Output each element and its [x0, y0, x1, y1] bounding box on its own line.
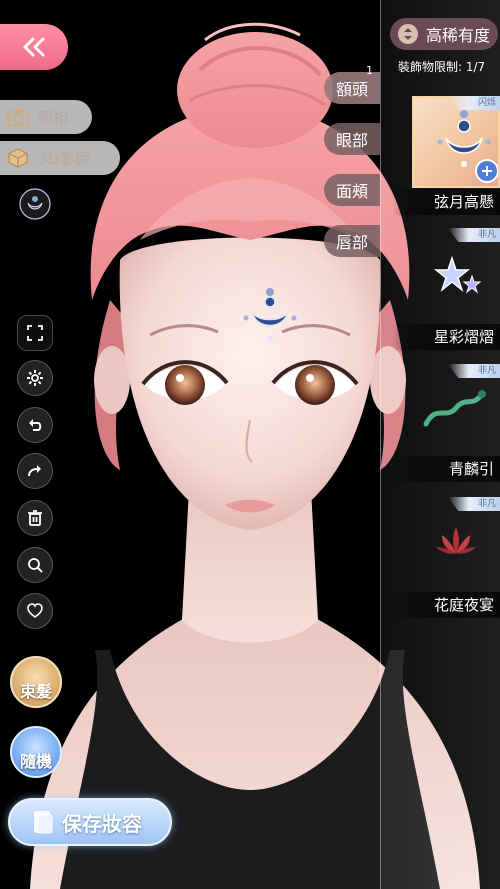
undo-button[interactable] — [17, 407, 53, 443]
tab-eyes[interactable]: 眼部 — [324, 123, 380, 155]
zoom-button[interactable] — [17, 547, 53, 583]
tie-hair-button[interactable]: 束髮 — [10, 656, 62, 708]
studio-3d-label: 3D影棚 — [38, 149, 90, 168]
tie-hair-label: 束髮 — [19, 682, 52, 701]
redo-icon — [28, 465, 41, 477]
delete-button[interactable] — [17, 500, 53, 536]
undo-icon — [29, 419, 42, 431]
save-makeup-button[interactable]: 保存妝容 — [8, 798, 172, 846]
accessory-item[interactable]: 非凡 — [412, 228, 500, 320]
tab-eyes-label: 眼部 — [335, 131, 368, 150]
camera-icon — [6, 105, 30, 129]
cube-icon — [6, 146, 30, 170]
document-icon — [34, 811, 53, 834]
redo-button[interactable] — [17, 453, 53, 489]
accessory-indicator-icon[interactable] — [18, 187, 52, 221]
tab-cheeks-label: 面頰 — [335, 182, 368, 201]
sort-arrows-icon — [398, 24, 418, 44]
tab-lips-label: 唇部 — [335, 233, 368, 252]
item-name: 弦月高懸 — [392, 189, 500, 215]
accessory-item[interactable]: 闪烁 — [412, 96, 500, 188]
accessory-limit: 裝飾物限制: 1/7 — [398, 60, 486, 74]
random-button[interactable]: 隨機 — [10, 726, 62, 778]
item-name: 花庭夜宴 — [392, 592, 500, 618]
item-name: 青麟引 — [392, 456, 500, 482]
save-makeup-label: 保存妝容 — [62, 811, 142, 836]
favorite-button[interactable] — [17, 593, 53, 629]
studio-3d-button[interactable]: 3D影棚 — [0, 141, 120, 175]
photo-label: 照相 — [38, 108, 69, 127]
rarity-sort-button[interactable]: 高稀有度 — [390, 18, 498, 50]
accessory-item[interactable]: 非凡 — [412, 497, 500, 589]
photo-button[interactable]: 照相 — [0, 100, 92, 134]
tab-forehead-count: 1 — [366, 64, 373, 77]
heart-icon — [27, 603, 43, 618]
random-label: 隨機 — [19, 752, 52, 771]
tab-cheeks[interactable]: 面頰 — [324, 174, 380, 206]
settings-button[interactable] — [17, 360, 53, 396]
tab-forehead-label: 額頭 — [335, 80, 368, 99]
fullscreen-icon — [27, 325, 43, 341]
gear-icon — [27, 370, 43, 386]
accessory-item[interactable]: 非凡 — [412, 364, 500, 456]
back-button[interactable] — [0, 24, 68, 70]
tab-lips[interactable]: 唇部 — [324, 225, 380, 257]
magnifier-icon — [28, 558, 43, 573]
trash-icon — [28, 510, 42, 526]
item-name: 星彩熠熠 — [392, 324, 500, 350]
rarity-sort-label: 高稀有度 — [426, 26, 491, 45]
fullscreen-button[interactable] — [17, 315, 53, 351]
double-chevron-left-icon — [23, 37, 45, 57]
